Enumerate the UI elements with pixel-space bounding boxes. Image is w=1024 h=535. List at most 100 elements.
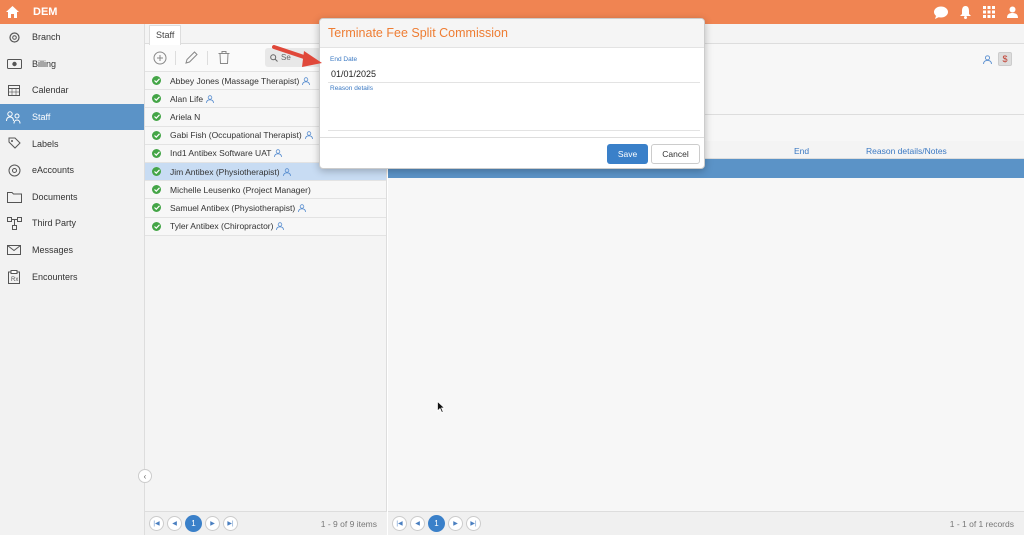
add-staff-button[interactable] — [152, 50, 167, 65]
check-icon — [152, 167, 161, 177]
check-icon — [152, 94, 161, 104]
prev-page-button[interactable]: ◀ — [410, 516, 425, 531]
chevron-left-icon: ‹ — [143, 471, 147, 481]
trash-icon — [218, 51, 229, 64]
chat-icon[interactable] — [934, 6, 948, 19]
home-icon — [5, 6, 19, 18]
column-header-end[interactable]: End — [794, 146, 809, 156]
sidebar-item-encounters[interactable]: Rx Encounters — [0, 263, 144, 290]
gear-icon — [6, 29, 22, 45]
check-icon — [152, 112, 161, 122]
first-page-icon: |◀ — [396, 521, 403, 527]
commission-pager: |◀ ◀ 1 ▶ ▶| 1 - 1 of 1 records — [388, 511, 1024, 535]
check-icon — [152, 148, 161, 158]
tag-icon — [6, 136, 22, 152]
last-page-icon: ▶| — [470, 521, 477, 527]
prev-page-button[interactable]: ◀ — [167, 516, 182, 531]
first-page-button[interactable]: |◀ — [149, 516, 164, 531]
calendar-icon — [6, 82, 22, 98]
money-icon — [6, 56, 22, 72]
tab-staff[interactable]: Staff — [149, 25, 182, 45]
current-page[interactable]: 1 — [185, 515, 202, 532]
next-page-icon: ▶ — [453, 521, 458, 527]
staff-name: Alan Life — [170, 93, 204, 104]
staff-name: Gabi Fish (Occupational Therapist) — [170, 130, 302, 141]
grid-icon[interactable] — [983, 6, 995, 18]
reason-details-textarea[interactable] — [328, 94, 700, 129]
staff-name: Abbey Jones (Massage Therapist) — [170, 75, 300, 86]
at-icon — [6, 162, 22, 178]
sidebar-collapse-button[interactable]: ‹ — [138, 469, 152, 483]
pager-info: 1 - 1 of 1 records — [949, 519, 1014, 529]
dialog-title: Terminate Fee Split Commission — [328, 26, 508, 40]
staff-name: Tyler Antibex (Chiropractor) — [170, 221, 274, 232]
sidebar-item-third-party[interactable]: Third Party — [0, 210, 144, 237]
sidebar-item-label: Calendar — [32, 85, 69, 96]
sidebar-item-documents[interactable]: Documents — [0, 184, 144, 211]
sidebar-item-label: Messages — [32, 245, 74, 256]
folder-icon — [6, 189, 22, 205]
sidebar-item-labels[interactable]: Labels — [0, 130, 144, 157]
last-page-button[interactable]: ▶| — [223, 516, 238, 531]
staff-row[interactable]: Michelle Leusenko (Project Manager) — [145, 181, 386, 200]
user-outline-icon — [206, 95, 214, 103]
last-page-icon: ▶| — [227, 521, 234, 527]
staff-pager: |◀ ◀ 1 ▶ ▶| 1 - 9 of 9 items — [145, 511, 387, 535]
sidebar-item-label: Documents — [32, 191, 78, 202]
network-icon — [6, 215, 22, 231]
sidebar-item-calendar[interactable]: Calendar — [0, 77, 144, 104]
next-page-button[interactable]: ▶ — [205, 516, 220, 531]
check-icon — [152, 221, 161, 231]
cancel-button[interactable]: Cancel — [651, 144, 700, 164]
check-icon — [152, 203, 161, 213]
app-title: DEM — [33, 6, 58, 18]
delete-staff-button[interactable] — [216, 50, 231, 65]
sidebar-item-branch[interactable]: Branch — [0, 24, 144, 51]
mouse-cursor-icon — [437, 401, 445, 413]
staff-name: Jim Antibex (Physiotherapist) — [170, 166, 280, 177]
dialog-header: Terminate Fee Split Commission — [320, 19, 704, 48]
pager-info: 1 - 9 of 9 items — [320, 519, 377, 529]
dollar-icon: $ — [1002, 54, 1008, 64]
sidebar: Branch Billing Calendar Staff Labels eAc… — [0, 24, 145, 535]
check-icon — [152, 76, 161, 86]
svg-text:Rx: Rx — [11, 277, 18, 283]
staff-name: Ind1 Antibex Software UAT — [170, 148, 272, 159]
user-outline-icon — [302, 76, 311, 85]
dollar-button[interactable]: $ — [998, 52, 1012, 66]
user-outline-icon — [282, 167, 291, 176]
prev-page-icon: ◀ — [415, 521, 420, 527]
sidebar-item-eaccounts[interactable]: eAccounts — [0, 157, 144, 184]
sidebar-item-label: eAccounts — [32, 165, 75, 176]
annotation-arrow-icon — [272, 45, 322, 67]
sidebar-item-label: Labels — [32, 138, 59, 149]
staff-name: Ariela N — [170, 111, 201, 122]
staff-name: Michelle Leusenko (Project Manager) — [170, 184, 311, 195]
sidebar-item-staff[interactable]: Staff — [0, 103, 144, 131]
column-header-reason[interactable]: Reason details/Notes — [866, 146, 947, 156]
current-page[interactable]: 1 — [428, 515, 445, 532]
save-button[interactable]: Save — [607, 144, 648, 164]
end-date-label: End Date — [330, 56, 358, 63]
last-page-button[interactable]: ▶| — [466, 516, 481, 531]
sidebar-item-label: Branch — [32, 32, 61, 43]
edit-staff-button[interactable] — [184, 50, 199, 65]
first-page-icon: |◀ — [153, 521, 160, 527]
staff-row[interactable]: Samuel Antibex (Physiotherapist) — [145, 199, 386, 218]
sidebar-item-messages[interactable]: Messages — [0, 237, 144, 264]
next-page-icon: ▶ — [210, 521, 215, 527]
staff-row[interactable]: Tyler Antibex (Chiropractor) — [145, 217, 386, 236]
prescription-icon: Rx — [6, 269, 22, 285]
end-date-field[interactable]: 01/01/2025 — [331, 69, 376, 79]
home-button[interactable] — [0, 0, 24, 24]
next-page-button[interactable]: ▶ — [448, 516, 463, 531]
user-icon[interactable] — [1007, 6, 1018, 18]
user-outline-icon[interactable] — [983, 54, 992, 64]
sidebar-item-label: Third Party — [32, 218, 77, 229]
user-outline-icon — [276, 222, 285, 231]
bell-icon[interactable] — [960, 5, 971, 19]
user-outline-icon — [298, 204, 307, 212]
user-outline-icon — [304, 131, 313, 140]
first-page-button[interactable]: |◀ — [392, 516, 407, 531]
sidebar-item-billing[interactable]: Billing — [0, 51, 144, 78]
